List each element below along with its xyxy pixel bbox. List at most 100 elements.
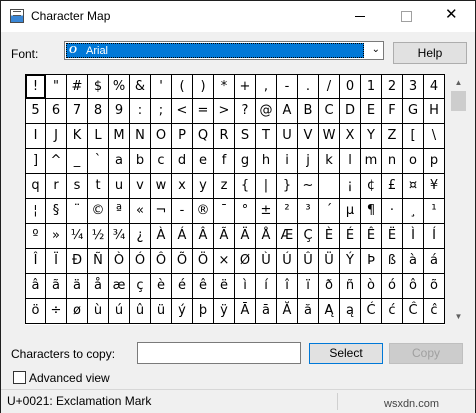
character-cell[interactable]: ¾ <box>109 224 130 249</box>
character-cell[interactable]: U <box>277 124 298 149</box>
character-cell[interactable]: S <box>235 124 256 149</box>
character-cell[interactable]: 9 <box>109 99 130 124</box>
character-cell[interactable]: j <box>298 149 319 174</box>
character-cell[interactable]: ¼ <box>67 224 88 249</box>
character-cell[interactable]: È <box>319 224 340 249</box>
character-cell[interactable]: 2 <box>382 74 403 99</box>
character-cell[interactable]: ß <box>382 249 403 274</box>
character-cell[interactable]: » <box>46 224 67 249</box>
character-cell[interactable]: º <box>25 224 46 249</box>
character-cell[interactable]: ¬ <box>151 199 172 224</box>
character-cell[interactable]: f <box>214 149 235 174</box>
character-cell[interactable]: ă <box>298 299 319 324</box>
character-cell[interactable]: } <box>277 174 298 199</box>
character-cell[interactable]: ~ <box>298 174 319 199</box>
character-cell[interactable]: 0 <box>340 74 361 99</box>
character-cell[interactable]: í <box>256 274 277 299</box>
character-cell[interactable]: Á <box>172 224 193 249</box>
character-cell[interactable]: ¶ <box>361 199 382 224</box>
character-cell[interactable]: a <box>109 149 130 174</box>
select-button[interactable]: Select <box>309 343 383 364</box>
character-cell[interactable]: g <box>235 149 256 174</box>
character-cell[interactable]: N <box>130 124 151 149</box>
character-cell[interactable]: æ <box>109 274 130 299</box>
character-cell[interactable]: Å <box>256 224 277 249</box>
character-cell[interactable]: Q <box>193 124 214 149</box>
character-cell[interactable]: & <box>130 74 151 99</box>
character-cell[interactable]: n <box>382 149 403 174</box>
close-button[interactable]: ✕ <box>429 1 475 32</box>
character-cell[interactable]: y <box>193 174 214 199</box>
character-cell[interactable]: ° <box>235 199 256 224</box>
character-cell[interactable]: û <box>130 299 151 324</box>
character-cell[interactable]: w <box>151 174 172 199</box>
character-cell[interactable]: ā <box>256 299 277 324</box>
character-cell[interactable]: # <box>67 74 88 99</box>
character-cell[interactable]: Z <box>382 124 403 149</box>
character-cell[interactable]: Ý <box>340 249 361 274</box>
character-cell[interactable]: $ <box>88 74 109 99</box>
character-cell[interactable]: m <box>361 149 382 174</box>
character-cell[interactable]: ð <box>319 274 340 299</box>
character-cell[interactable]: ¯ <box>214 199 235 224</box>
character-cell[interactable]: l <box>340 149 361 174</box>
character-cell[interactable]: ) <box>193 74 214 99</box>
minimize-button[interactable] <box>337 1 383 32</box>
character-cell[interactable]: ö <box>25 299 46 324</box>
character-cell[interactable]: t <box>88 174 109 199</box>
chevron-down-icon[interactable]: ⌄ <box>372 44 380 55</box>
character-cell[interactable]: × <box>214 249 235 274</box>
character-cell[interactable]: q <box>25 174 46 199</box>
character-cell[interactable]: / <box>319 74 340 99</box>
character-cell[interactable]: Ì <box>403 224 424 249</box>
character-cell[interactable]: ^ <box>46 149 67 174</box>
vertical-scrollbar[interactable]: ▲ ▼ <box>450 74 467 325</box>
character-cell[interactable]: ù <box>88 299 109 324</box>
scroll-up-icon[interactable]: ▲ <box>450 74 467 91</box>
character-cell[interactable]: £ <box>382 174 403 199</box>
character-cell[interactable]: ! <box>25 74 46 99</box>
character-cell[interactable]: . <box>298 74 319 99</box>
character-cell[interactable]: Ą <box>319 299 340 324</box>
character-cell[interactable]: h <box>256 149 277 174</box>
character-cell[interactable]: þ <box>193 299 214 324</box>
character-cell[interactable]: = <box>193 99 214 124</box>
character-cell[interactable]: · <box>382 199 403 224</box>
character-cell[interactable]: ¢ <box>361 174 382 199</box>
character-cell[interactable]: ¤ <box>403 174 424 199</box>
character-cell[interactable]: H <box>424 99 445 124</box>
character-cell[interactable]: Í <box>424 224 445 249</box>
character-cell[interactable] <box>319 174 340 199</box>
character-cell[interactable]: ì <box>235 274 256 299</box>
character-cell[interactable]: Ò <box>109 249 130 274</box>
character-cell[interactable]: r <box>46 174 67 199</box>
character-cell[interactable]: Ö <box>193 249 214 274</box>
character-cell[interactable]: V <box>298 124 319 149</box>
character-cell[interactable]: ĉ <box>424 299 445 324</box>
character-cell[interactable]: \ <box>424 124 445 149</box>
scroll-down-icon[interactable]: ▼ <box>450 308 467 325</box>
character-cell[interactable]: % <box>109 74 130 99</box>
character-cell[interactable]: è <box>151 274 172 299</box>
character-cell[interactable]: Ë <box>382 224 403 249</box>
character-cell[interactable]: @ <box>256 99 277 124</box>
character-cell[interactable]: X <box>340 124 361 149</box>
character-cell[interactable]: u <box>109 174 130 199</box>
character-cell[interactable]: W <box>319 124 340 149</box>
character-cell[interactable]: Õ <box>172 249 193 274</box>
character-cell[interactable]: ê <box>193 274 214 299</box>
character-cell[interactable]: å <box>88 274 109 299</box>
character-cell[interactable]: < <box>172 99 193 124</box>
character-cell[interactable]: ä <box>67 274 88 299</box>
character-cell[interactable]: Ć <box>361 299 382 324</box>
character-cell[interactable]: ´ <box>319 199 340 224</box>
character-cell[interactable]: Ð <box>67 249 88 274</box>
character-cell[interactable]: : <box>130 99 151 124</box>
character-cell[interactable]: À <box>151 224 172 249</box>
help-button[interactable]: Help <box>393 42 467 64</box>
character-cell[interactable]: 8 <box>88 99 109 124</box>
character-cell[interactable]: ½ <box>88 224 109 249</box>
character-cell[interactable]: ¡ <box>340 174 361 199</box>
character-cell[interactable]: | <box>256 174 277 199</box>
character-cell[interactable]: ± <box>256 199 277 224</box>
